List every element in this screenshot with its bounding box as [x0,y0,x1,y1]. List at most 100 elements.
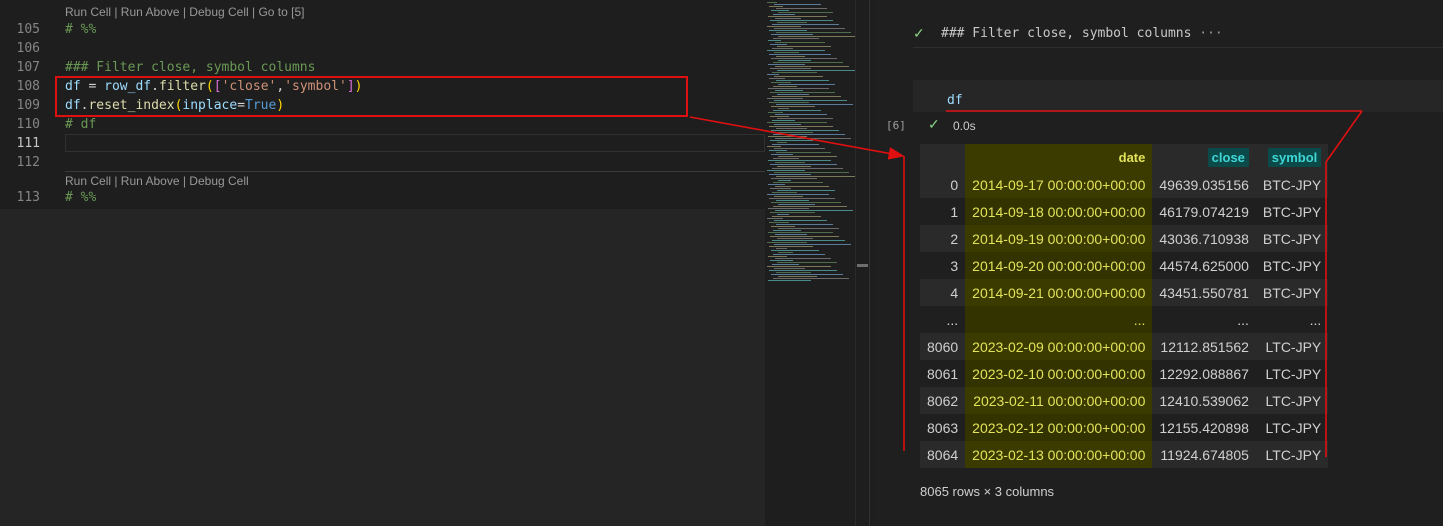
table-row: 0 2014-09-17 00:00:00+00:00 49639.035156 BT… [920,171,1329,198]
cell-close: 43036.710938 [1152,225,1256,252]
cell-close: 46179.074219 [1152,198,1256,225]
minimap-line [768,112,783,113]
table-row: 8062 2023-02-11 00:00:00+00:00 12410.53906… [920,387,1329,414]
minimap-line [769,102,809,103]
line-number: 108 [16,79,40,94]
minimap-line [769,174,811,175]
minimap-line [775,186,829,187]
row-index: 8061 [920,360,966,387]
minimap-line [769,150,787,151]
minimap-line [778,12,833,13]
cell-date: 2023-02-12 00:00:00+00:00 [965,414,1153,441]
dataframe-shape: 8065 rows × 3 columns [920,484,1055,499]
minimap-line [769,270,837,271]
cell-close: ... [1152,306,1256,333]
cell-date: ... [965,306,1153,333]
editor-line-111[interactable]: 111 [0,134,765,153]
minimap-line [767,74,779,75]
row-index: 8064 [920,441,966,468]
minimap-line [776,200,809,201]
header-label: symbol [1267,148,1322,167]
table-body: 0 2014-09-17 00:00:00+00:00 49639.035156 BT… [920,171,1329,468]
minimap-line [778,228,839,229]
editor-line-106[interactable]: 106 [0,39,765,58]
minimap-line [778,108,789,109]
minimap-line [769,126,833,127]
check-icon: ✓ [913,25,925,41]
editor-line-110[interactable]: 110 # df [0,115,765,134]
minimap-line [775,114,827,115]
markdown-cell[interactable]: ✓ ### Filter close, symbol columns ··· [913,22,1443,48]
cell-close: 49639.035156 [1152,171,1256,198]
codelens-run-cell-bottom[interactable]: Run Cell | Run Above | Debug Cell [65,174,249,188]
minimap-line [771,202,841,203]
cell-symbol: BTC-JPY [1255,171,1329,198]
editor-line-112[interactable]: 112 [0,153,765,172]
line-number: 113 [16,190,40,205]
minimap-line [769,78,785,79]
row-index: 8063 [920,414,966,441]
index-header [920,144,966,171]
minimap-line [771,226,795,227]
editor-scrollbar[interactable] [855,0,869,526]
editor-line-105[interactable]: 105 # %% [0,20,765,39]
check-icon: ✓ [928,116,940,132]
minimap-line [776,32,851,33]
cell-symbol: LTC-JPY [1255,441,1329,468]
minimap-line [773,38,819,39]
minimap-line [775,258,831,259]
cell-symbol: LTC-JPY [1255,360,1329,387]
minimap-line [774,220,827,221]
minimap-line [772,168,843,169]
cell-symbol: BTC-JPY [1255,198,1329,225]
code-cell[interactable]: df [913,80,1443,112]
cell-close: 12155.420898 [1152,414,1256,441]
codelens-run-cell-top[interactable]: Run Cell | Run Above | Debug Cell | Go t… [65,5,304,19]
minimap-line [778,156,837,157]
cell-close: 44574.625000 [1152,252,1256,279]
cell-date: 2023-02-09 00:00:00+00:00 [965,333,1153,360]
minimap-line [770,68,811,69]
minimap-line [775,162,805,163]
minimap-line [767,98,803,99]
minimap-line [767,146,781,147]
column-header-close: close [1152,144,1256,171]
minimap-line [769,246,813,247]
code-editor[interactable]: Run Cell | Run Above | Debug Cell | Go t… [0,0,765,209]
code-cell-input[interactable]: df [947,93,963,108]
cell-date: 2014-09-18 00:00:00+00:00 [965,198,1153,225]
minimap-line [772,216,821,217]
minimap-line [767,170,805,171]
cell-date: 2023-02-10 00:00:00+00:00 [965,360,1153,387]
minimap-line [770,44,787,45]
minimap-line [772,120,795,121]
line-code: # df [65,117,97,132]
column-header-date: date [965,144,1153,171]
markdown-cell-title: ### Filter close, symbol columns ··· [941,26,1223,41]
more-icon[interactable]: ··· [1199,26,1222,41]
minimap-line [772,24,839,25]
minimap[interactable] [765,0,857,526]
row-index: 1 [920,198,966,225]
line-number: 105 [16,22,40,37]
scrollbar-thumb[interactable] [857,264,868,267]
row-index: 2 [920,225,966,252]
minimap-line [774,4,821,5]
minimap-line [772,192,797,193]
minimap-line [777,262,837,263]
minimap-line [774,52,799,53]
minimap-line [778,252,793,253]
line-number: 109 [16,98,40,113]
editor-line-113[interactable]: 113 # %% [0,188,765,207]
dataframe-table: date close symbol 0 2014-09-17 00:00:00+0… [920,144,1329,468]
minimap-line [774,28,845,29]
editor-line-107[interactable]: 107 ### Filter close, symbol columns [0,58,765,77]
row-index: 3 [920,252,966,279]
minimap-line [777,214,789,215]
cell-symbol: BTC-JPY [1255,279,1329,306]
line-number: 112 [16,155,40,170]
editor-empty-area [0,209,765,526]
minimap-line [770,188,791,189]
minimap-line [775,234,807,235]
cell-date: 2014-09-20 00:00:00+00:00 [965,252,1153,279]
